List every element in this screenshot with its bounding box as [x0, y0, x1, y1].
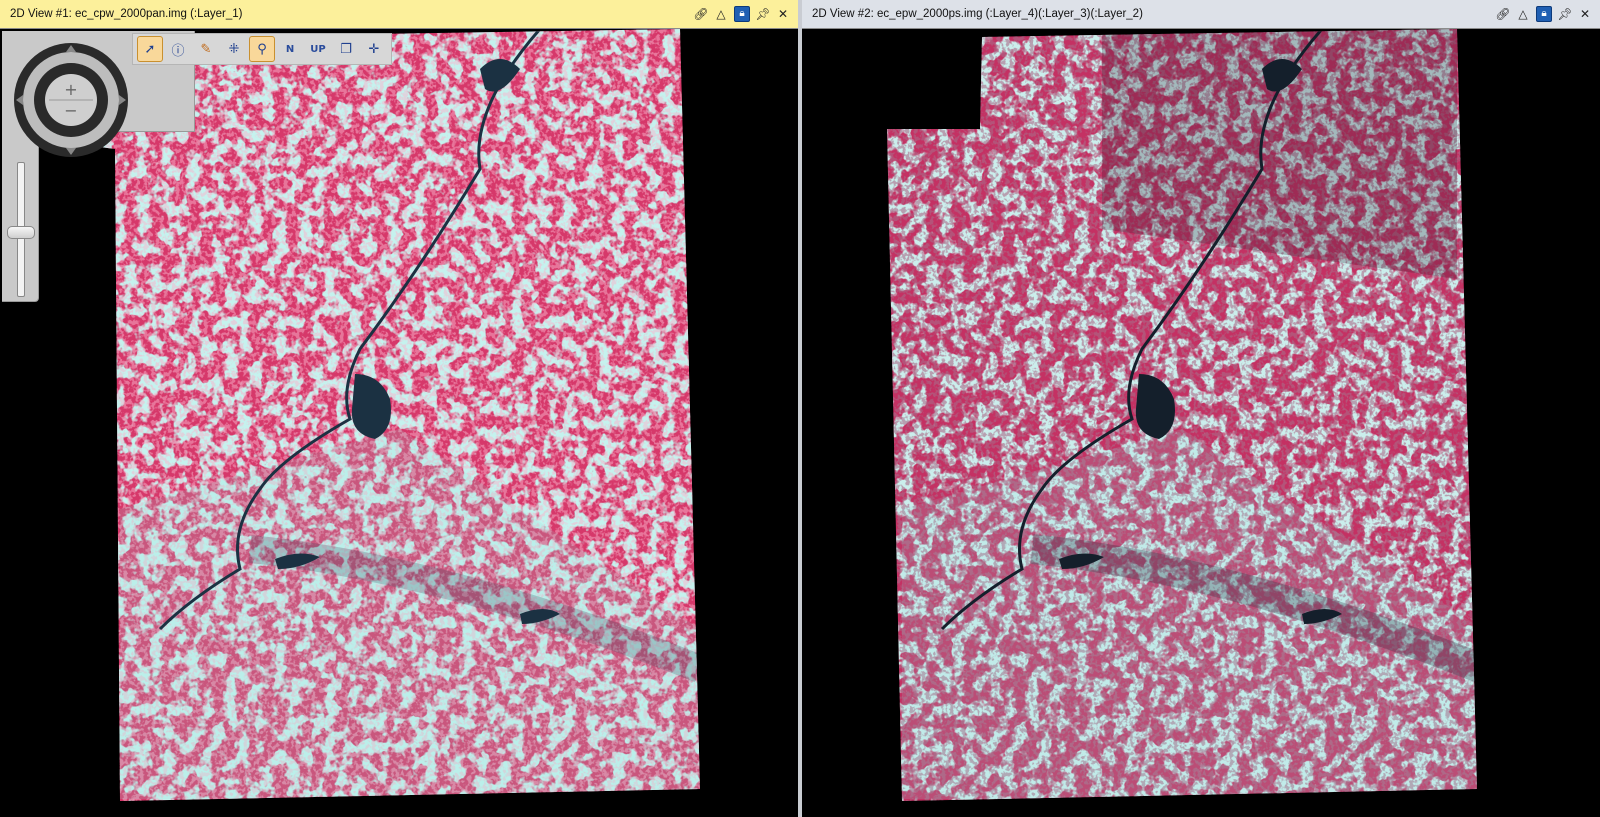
- zoom-in-button[interactable]: +: [64, 80, 77, 99]
- fit-icon: ⁜: [228, 41, 240, 57]
- view-2-map-canvas[interactable]: [802, 29, 1600, 817]
- up-tool[interactable]: UP: [305, 36, 331, 62]
- view-2-panel: 2D View #2: ec_epw_2000ps.img (:Layer_4)…: [802, 0, 1600, 817]
- view-1-panel: 2D View #1: ec_cpw_2000pan.img (:Layer_1…: [0, 0, 798, 817]
- view-1-titlebar-icons: 🔗︎ △ 🔒︎ 📌︎ ✕: [693, 6, 798, 22]
- select-pointer-tool[interactable]: ➚: [137, 36, 163, 62]
- zoom-out-button[interactable]: −: [64, 101, 77, 120]
- view-2-image: [887, 29, 1477, 801]
- info-tool[interactable]: ⓘ: [165, 36, 191, 62]
- north-up-label: N: [285, 43, 295, 55]
- info-icon: ⓘ: [171, 43, 185, 59]
- view-1-title: 2D View #1: ec_cpw_2000pan.img (:Layer_1…: [10, 8, 243, 20]
- view-2-title: 2D View #2: ec_epw_2000ps.img (:Layer_4)…: [812, 8, 1143, 20]
- pointer-icon: ➚: [144, 41, 156, 57]
- view-2-titlebar[interactable]: 2D View #2: ec_epw_2000ps.img (:Layer_4)…: [802, 0, 1600, 29]
- paint-icon: ✎: [200, 41, 212, 57]
- fit-extent-tool[interactable]: ⁜: [221, 36, 247, 62]
- up-label: UP: [310, 43, 326, 55]
- layers-icon: ❐: [340, 41, 352, 57]
- navigation-wheel[interactable]: + −: [11, 40, 131, 160]
- view-toolbar: ➚ ⓘ ✎ ⁜ ⚲ N UP ❐ ✛: [132, 33, 392, 65]
- crosshair-icon: ✛: [368, 41, 380, 57]
- pin-icon[interactable]: 📌︎: [1557, 7, 1572, 21]
- view-2-scene: [887, 29, 1477, 801]
- view-2-titlebar-icons: 🔗︎ △ 🔒︎ 📌︎ ✕: [1495, 6, 1600, 22]
- warning-triangle-icon[interactable]: △: [1516, 7, 1530, 21]
- close-icon[interactable]: ✕: [776, 7, 790, 21]
- lock-icon[interactable]: 🔒︎: [1536, 6, 1552, 22]
- magnifier-tool[interactable]: ⚲: [249, 36, 275, 62]
- link-icon[interactable]: 🔗︎: [1495, 7, 1510, 21]
- pin-icon[interactable]: 📌︎: [755, 7, 770, 21]
- north-up-tool[interactable]: N: [277, 36, 303, 62]
- crosshair-tool[interactable]: ✛: [361, 36, 387, 62]
- link-icon[interactable]: 🔗︎: [693, 7, 708, 21]
- magnifier-icon: ⚲: [257, 41, 267, 57]
- close-icon[interactable]: ✕: [1578, 7, 1592, 21]
- zoom-slider-thumb[interactable]: [7, 226, 35, 239]
- warning-triangle-icon[interactable]: △: [714, 7, 728, 21]
- paint-tool[interactable]: ✎: [193, 36, 219, 62]
- layers-tool[interactable]: ❐: [333, 36, 359, 62]
- view-1-titlebar[interactable]: 2D View #1: ec_cpw_2000pan.img (:Layer_1…: [0, 0, 798, 29]
- lock-icon[interactable]: 🔒︎: [734, 6, 750, 22]
